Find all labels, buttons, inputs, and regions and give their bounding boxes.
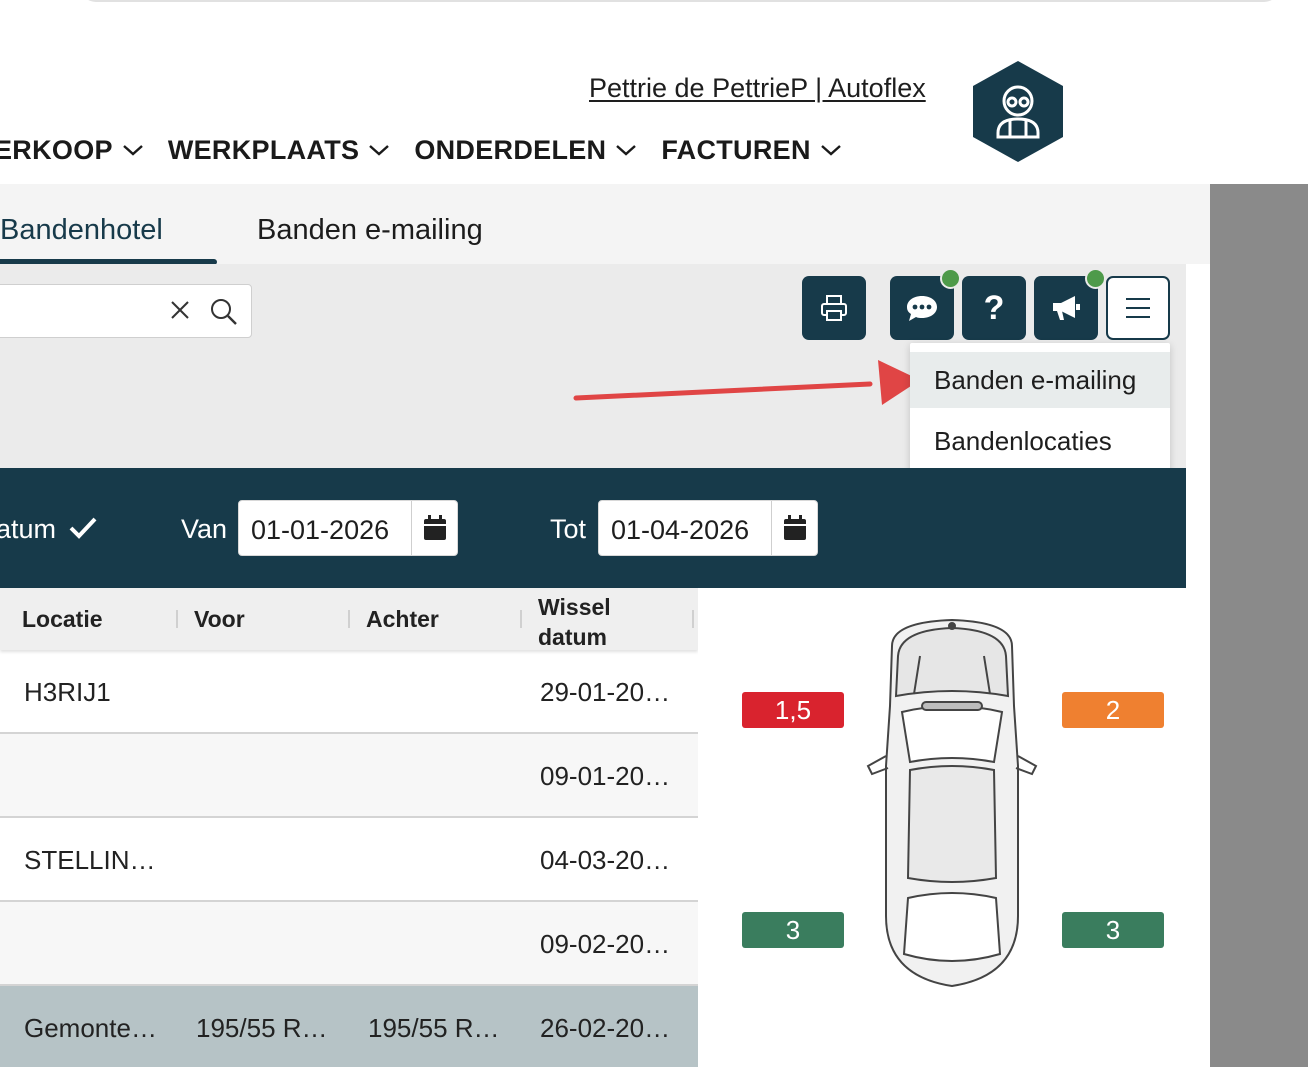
column-header-locatie[interactable]: Locatie bbox=[22, 606, 103, 633]
cell-wissel-datum: 26-02-20… bbox=[540, 1013, 671, 1043]
cell-wissel-datum: 04-03-20… bbox=[540, 845, 671, 875]
column-divider[interactable] bbox=[348, 610, 350, 628]
chat-notification-dot bbox=[940, 268, 961, 289]
help-button[interactable]: ? bbox=[962, 276, 1026, 340]
check-icon[interactable] bbox=[68, 514, 98, 542]
filter-bar: atum Van 01-01-2026 Tot 01-04-2026 bbox=[0, 468, 1186, 588]
nav-item-label: ONDERDELEN bbox=[414, 134, 607, 165]
front-right-depth-badge: 2 bbox=[1062, 692, 1164, 728]
tires-table: Locatie Voor Achter Wissel datum H3RIJ1 … bbox=[0, 588, 698, 1067]
tab-bandenhotel[interactable]: Bandenhotel bbox=[0, 214, 163, 247]
nav-item-verkoop[interactable]: ERKOOP bbox=[0, 135, 144, 166]
cell-wissel-datum: 09-02-20… bbox=[540, 929, 671, 959]
nav-item-label: FACTUREN bbox=[661, 134, 811, 165]
side-overlay-panel bbox=[1210, 184, 1308, 1067]
table-row[interactable]: 09-01-20… bbox=[0, 734, 698, 818]
cell-locatie: H3RIJ1 bbox=[24, 677, 111, 707]
chevron-down-icon bbox=[369, 145, 390, 156]
to-date-value: 01-04-2026 bbox=[611, 515, 750, 545]
menu-item-banden-emailing[interactable]: Banden e-mailing bbox=[910, 352, 1170, 408]
to-date-picker-button[interactable] bbox=[771, 501, 817, 555]
table-row[interactable]: H3RIJ1 29-01-20… bbox=[0, 650, 698, 734]
table-row[interactable]: 09-02-20… bbox=[0, 902, 698, 986]
announcement-notification-dot bbox=[1085, 268, 1106, 289]
nav-item-werkplaats[interactable]: WERKPLAATS bbox=[168, 135, 391, 166]
cell-wissel-datum: 29-01-20… bbox=[540, 677, 671, 707]
tab-bar: Bandenhotel Banden e-mailing bbox=[0, 184, 1210, 265]
user-account-link[interactable]: Pettrie de PettrieP | Autoflex bbox=[589, 73, 926, 104]
to-date-field[interactable]: 01-04-2026 bbox=[598, 500, 818, 556]
cell-voor: 195/55 R… bbox=[196, 1013, 328, 1043]
search-icon[interactable] bbox=[209, 297, 239, 327]
from-date-value: 01-01-2026 bbox=[251, 515, 390, 545]
column-divider[interactable] bbox=[176, 610, 178, 628]
search-input[interactable] bbox=[0, 284, 252, 338]
column-header-wissel-datum[interactable]: Wissel datum bbox=[538, 592, 658, 652]
page: Pettrie de PettrieP | Autoflex ERKOOP WE… bbox=[0, 0, 1308, 1067]
date-filter-label: atum bbox=[0, 514, 57, 544]
to-label: Tot bbox=[550, 514, 587, 544]
nav-item-onderdelen[interactable]: ONDERDELEN bbox=[414, 135, 637, 166]
calendar-icon bbox=[423, 515, 446, 540]
chevron-down-icon bbox=[616, 145, 637, 156]
print-button[interactable] bbox=[802, 276, 866, 340]
main-nav: ERKOOP WERKPLAATS ONDERDELEN FACTUREN bbox=[0, 130, 866, 170]
browser-top-strip bbox=[80, 0, 1280, 2]
megaphone-icon bbox=[1053, 296, 1080, 320]
from-label: Van bbox=[181, 514, 228, 544]
hamburger-icon bbox=[1126, 298, 1150, 318]
rear-right-depth-badge: 3 bbox=[1062, 912, 1164, 948]
calendar-icon bbox=[783, 515, 806, 540]
annotation-arrow bbox=[573, 360, 910, 405]
car-top-view-icon bbox=[866, 618, 1038, 988]
tire-depth-panel: 1,5 2 3 3 bbox=[698, 588, 1186, 1067]
column-header-achter[interactable]: Achter bbox=[366, 606, 439, 633]
nav-item-label: WERKPLAATS bbox=[167, 134, 360, 165]
from-date-field[interactable]: 01-01-2026 bbox=[238, 500, 458, 556]
rear-left-depth-badge: 3 bbox=[742, 912, 844, 948]
column-divider[interactable] bbox=[520, 610, 522, 628]
column-header-voor[interactable]: Voor bbox=[194, 606, 245, 633]
chevron-down-icon bbox=[123, 145, 143, 156]
menu-item-bandenlocaties[interactable]: Bandenlocaties bbox=[910, 413, 1170, 469]
cell-locatie: STELLIN… bbox=[24, 845, 156, 875]
table-row-selected[interactable]: Gemonte… 195/55 R… 195/55 R… 26-02-20… bbox=[0, 986, 698, 1067]
table-header: Locatie Voor Achter Wissel datum bbox=[0, 588, 698, 650]
table-row[interactable]: STELLIN… 04-03-20… bbox=[0, 818, 698, 902]
cell-locatie: Gemonte… bbox=[24, 1013, 157, 1043]
front-left-depth-badge: 1,5 bbox=[742, 692, 844, 728]
tab-banden-emailing[interactable]: Banden e-mailing bbox=[257, 214, 483, 247]
from-date-picker-button[interactable] bbox=[411, 501, 457, 555]
printer-icon bbox=[821, 295, 847, 321]
nav-item-label: ERKOOP bbox=[0, 134, 113, 165]
cell-achter: 195/55 R… bbox=[368, 1013, 500, 1043]
chevron-down-icon bbox=[820, 145, 841, 156]
help-icon: ? bbox=[983, 288, 1005, 327]
chat-icon bbox=[907, 296, 937, 321]
column-divider[interactable] bbox=[692, 610, 694, 628]
clear-icon[interactable] bbox=[169, 299, 191, 321]
more-menu-dropdown: Banden e-mailing Bandenlocaties bbox=[910, 343, 1170, 478]
cell-wissel-datum: 09-01-20… bbox=[540, 761, 671, 791]
user-avatar[interactable] bbox=[973, 61, 1063, 162]
more-menu-button[interactable] bbox=[1106, 276, 1170, 340]
nav-item-facturen[interactable]: FACTUREN bbox=[661, 135, 841, 166]
